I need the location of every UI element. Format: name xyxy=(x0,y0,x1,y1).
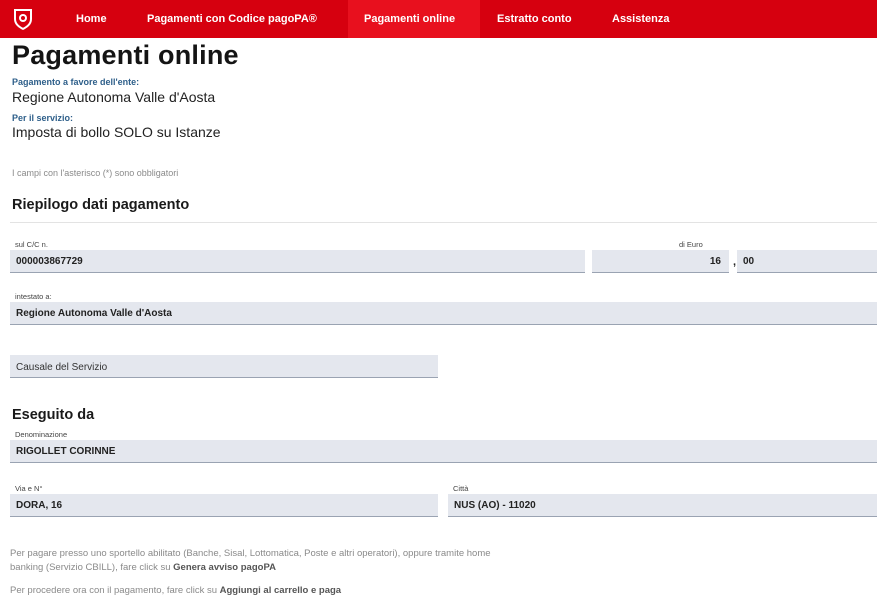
citta-field[interactable]: NUS (AO) - 11020 xyxy=(448,494,877,517)
cc-label: sul C/C n. xyxy=(15,240,48,249)
via-label: Via e N° xyxy=(15,484,43,493)
denominazione-value: RIGOLLET CORINNE xyxy=(16,446,116,457)
intestato-field[interactable]: Regione Autonoma Valle d'Aosta xyxy=(10,302,877,325)
servizio-value: Imposta di bollo SOLO su Istanze xyxy=(12,124,221,140)
genera-avviso-reference: Genera avviso pagoPA xyxy=(173,562,276,573)
ente-label: Pagamento a favore dell'ente: xyxy=(12,77,140,87)
cc-number-value: 000003867729 xyxy=(16,256,83,267)
nav-assistenza[interactable]: Assistenza xyxy=(612,0,669,38)
intestato-value: Regione Autonoma Valle d'Aosta xyxy=(16,308,172,319)
ente-value: Regione Autonoma Valle d'Aosta xyxy=(12,89,216,105)
cc-number-field[interactable]: 000003867729 xyxy=(10,250,585,273)
causale-field[interactable]: Causale del Servizio xyxy=(10,355,438,378)
eseguito-section-title: Eseguito da xyxy=(12,407,95,423)
via-value: DORA, 16 xyxy=(16,500,63,511)
euro-cents-field[interactable]: 00 xyxy=(737,250,877,273)
nav-pagamenti-codice-pagopa[interactable]: Pagamenti con Codice pagoPA® xyxy=(147,0,317,38)
denominazione-field[interactable]: RIGOLLET CORINNE xyxy=(10,440,877,463)
section-divider xyxy=(10,222,877,223)
instructions-line-1: Per pagare presso uno sportello abilitat… xyxy=(10,548,491,559)
riepilogo-section-title: Riepilogo dati pagamento xyxy=(12,197,190,213)
nav-estratto-conto[interactable]: Estratto conto xyxy=(497,0,572,38)
page-title: Pagamenti online xyxy=(12,40,239,70)
causale-placeholder: Causale del Servizio xyxy=(16,362,108,373)
required-fields-hint: I campi con l'asterisco (*) sono obbliga… xyxy=(12,168,179,178)
top-navigation-bar: Home Pagamenti con Codice pagoPA® Pagame… xyxy=(0,0,877,38)
servizio-label: Per il servizio: xyxy=(12,113,74,123)
euro-cents-value: 00 xyxy=(743,256,755,267)
euro-label: di Euro xyxy=(679,240,703,249)
nav-home[interactable]: Home xyxy=(76,0,107,38)
regional-coat-of-arms-icon[interactable] xyxy=(12,7,34,31)
euro-integer-field[interactable]: 16 xyxy=(592,250,729,273)
decimal-separator: , xyxy=(733,256,737,268)
instructions-line-3-text: Per procedere ora con il pagamento, fare… xyxy=(10,585,220,596)
instructions-line-2: banking (Servizio CBILL), fare click su … xyxy=(10,562,276,573)
instructions-line-3: Per procedere ora con il pagamento, fare… xyxy=(10,585,341,596)
euro-integer-value: 16 xyxy=(709,256,721,267)
via-field[interactable]: DORA, 16 xyxy=(10,494,438,517)
denominazione-label: Denominazione xyxy=(15,430,68,439)
instructions-line-2-text: banking (Servizio CBILL), fare click su xyxy=(10,562,174,573)
intestato-label: intestato a: xyxy=(15,292,52,301)
citta-label: Città xyxy=(453,484,469,493)
aggiungi-carrello-reference: Aggiungi al carrello e paga xyxy=(219,585,342,596)
citta-value: NUS (AO) - 11020 xyxy=(454,500,536,511)
nav-pagamenti-online[interactable]: Pagamenti online xyxy=(348,0,480,38)
